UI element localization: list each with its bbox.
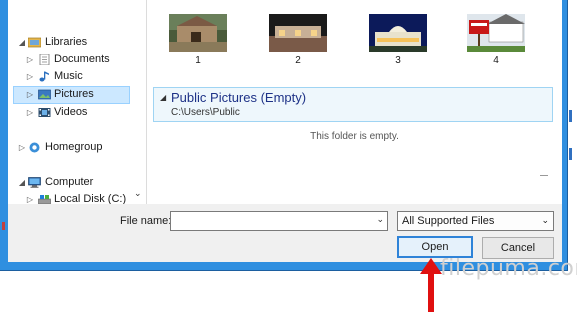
- open-button[interactable]: Open: [397, 236, 473, 258]
- empty-folder-message: This folder is empty.: [310, 131, 399, 142]
- edge-mark: [2, 222, 5, 230]
- nav-item-local-disk[interactable]: ▷ Local Disk (C:): [8, 191, 145, 204]
- edge-mark: [569, 110, 572, 122]
- file-name-input[interactable]: ⌄: [170, 211, 388, 231]
- nav-item-documents[interactable]: ▷ Documents: [8, 51, 145, 68]
- nav-item-label: Homegroup: [45, 141, 103, 153]
- thumbnail-label: 1: [195, 55, 201, 66]
- thumbnail-image-4[interactable]: [467, 14, 525, 52]
- expand-arrow-icon[interactable]: ▷: [25, 86, 35, 103]
- nav-item-label: Local Disk (C:): [54, 193, 127, 204]
- libraries-icon: [28, 37, 41, 48]
- music-icon: [39, 71, 49, 82]
- thumbnail-label: 2: [295, 55, 301, 66]
- nav-item-homegroup[interactable]: ▷ Homegroup: [8, 139, 145, 156]
- chevron-down-icon[interactable]: ⌄: [376, 214, 384, 225]
- nav-item-label: Music: [54, 70, 83, 82]
- expand-arrow-icon[interactable]: ◢: [17, 174, 27, 191]
- nav-item-computer[interactable]: ◢ Computer: [8, 174, 145, 191]
- group-path: C:\Users\Public: [171, 107, 240, 118]
- nav-item-label: Libraries: [45, 36, 88, 48]
- videos-icon: [38, 108, 51, 117]
- collapse-arrow-icon[interactable]: ◢: [160, 93, 166, 102]
- expand-arrow-icon[interactable]: ◢: [17, 34, 27, 51]
- file-list: 1 2 3 4 ◢ Public Pictures (Empty) C:\Use…: [147, 0, 562, 204]
- red-pointer-arrow-icon: [420, 258, 442, 312]
- disk-icon: [38, 195, 51, 204]
- file-type-value: All Supported Files: [402, 215, 495, 227]
- scroll-line: [540, 175, 548, 176]
- thumbnail-image-2[interactable]: [269, 14, 327, 52]
- navigation-pane: ◢ Libraries ▷ Documents ▷ Music ▷ Pictur…: [8, 0, 147, 204]
- open-file-dialog: ◢ Libraries ▷ Documents ▷ Music ▷ Pictur…: [8, 0, 562, 262]
- documents-icon: [39, 54, 50, 65]
- expand-arrow-icon[interactable]: ▷: [25, 68, 35, 85]
- pictures-icon: [38, 89, 51, 100]
- expand-arrow-icon[interactable]: ▷: [25, 51, 35, 68]
- nav-item-label: Videos: [54, 106, 88, 118]
- homegroup-icon: [29, 142, 40, 153]
- nav-item-videos[interactable]: ▷ Videos: [8, 104, 145, 121]
- file-type-select[interactable]: All Supported Files ⌄: [397, 211, 554, 231]
- chevron-down-icon[interactable]: ⌄: [541, 215, 549, 226]
- expand-arrow-icon[interactable]: ▷: [25, 104, 35, 121]
- nav-item-libraries[interactable]: ◢ Libraries: [8, 34, 145, 51]
- nav-item-label: Pictures: [54, 88, 94, 100]
- expand-arrow-icon[interactable]: ▷: [17, 139, 27, 156]
- scroll-down-icon[interactable]: ⌄: [134, 188, 142, 199]
- thumbnail-label: 4: [493, 55, 499, 66]
- nav-item-label: Documents: [54, 53, 110, 65]
- expand-arrow-icon[interactable]: ▷: [25, 191, 35, 204]
- nav-item-music[interactable]: ▷ Music: [8, 68, 145, 85]
- group-title: Public Pictures (Empty): [171, 90, 307, 105]
- thumbnail-label: 3: [395, 55, 401, 66]
- edge-mark: [569, 148, 572, 160]
- nav-item-label: Computer: [45, 176, 94, 188]
- file-name-label: File name:: [120, 215, 172, 227]
- thumbnail-image-3[interactable]: [369, 14, 427, 52]
- watermark-text: filepuma.com: [440, 256, 577, 281]
- computer-icon: [28, 177, 41, 188]
- nav-item-pictures[interactable]: ▷ Pictures: [8, 86, 145, 104]
- thumbnail-image-1[interactable]: [169, 14, 227, 52]
- group-header-public-pictures[interactable]: ◢ Public Pictures (Empty) C:\Users\Publi…: [153, 87, 553, 122]
